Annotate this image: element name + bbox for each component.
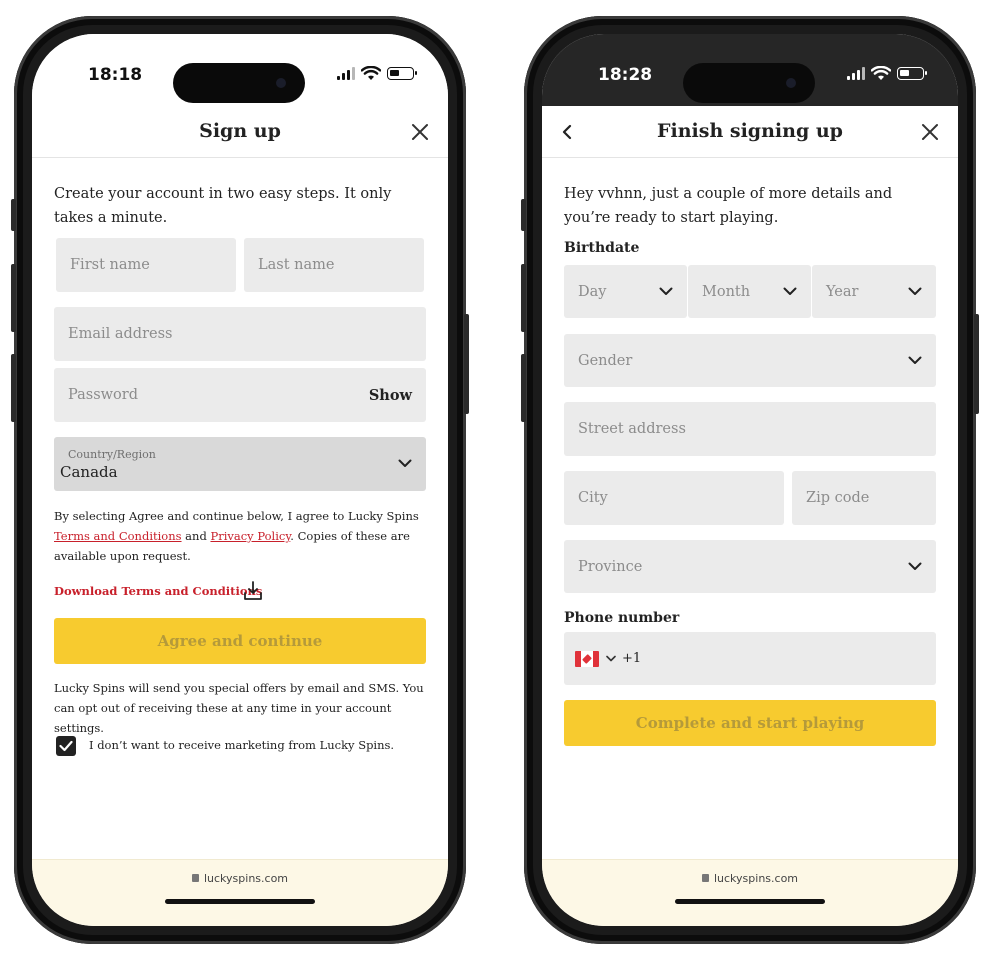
province-placeholder: Province (578, 558, 643, 575)
url-text: luckyspins.com (203, 872, 289, 885)
dial-code: +1 (622, 651, 642, 666)
volume-up-button (521, 264, 526, 332)
day-placeholder: Day (578, 283, 607, 300)
mute-switch (11, 199, 16, 231)
marketing-text: Lucky Spins will send you special offers… (54, 681, 424, 735)
month-placeholder: Month (702, 283, 751, 300)
checkmark-icon (59, 740, 73, 752)
status-bar: 18:28 (542, 34, 958, 106)
wifi-icon (871, 66, 891, 80)
year-placeholder: Year (826, 283, 859, 300)
close-icon[interactable] (921, 123, 939, 141)
screen-finish-signing-up: 18:28 Finish signing up Hey vvhnn, just … (542, 34, 958, 926)
wifi-icon (361, 66, 381, 80)
dynamic-island (683, 63, 815, 103)
download-icon[interactable] (243, 581, 263, 601)
chevron-down-icon (908, 356, 922, 364)
zip-code-input[interactable]: Zip code (792, 471, 936, 525)
province-select[interactable]: Province (564, 540, 936, 593)
canada-flag-icon[interactable] (575, 650, 599, 667)
status-bar: 18:18 (32, 34, 448, 106)
volume-down-button (521, 354, 526, 422)
first-name-input[interactable]: First name (56, 238, 236, 292)
birthdate-label: Birthdate (564, 240, 640, 256)
page-title: Finish signing up (657, 120, 843, 142)
birthdate-year-select[interactable]: Year (812, 265, 936, 318)
close-icon[interactable] (411, 123, 429, 141)
mute-switch (521, 199, 526, 231)
url-display[interactable]: luckyspins.com (542, 872, 958, 885)
marketing-opt-out-label: I don’t want to receive marketing from L… (89, 738, 395, 752)
email-input[interactable]: Email address (54, 307, 426, 361)
consent-text: By selecting Agree and continue below, I… (54, 506, 428, 566)
volume-up-button (11, 264, 16, 332)
chevron-down-icon (659, 287, 673, 295)
power-button (974, 314, 979, 414)
download-terms-link[interactable]: Download Terms and Conditions (54, 584, 262, 598)
password-placeholder: Password (68, 387, 138, 403)
agree-and-continue-button[interactable]: Agree and continue (54, 618, 426, 664)
country-region-label: Country/Region (68, 447, 156, 461)
phone-number-input[interactable]: +1 (564, 632, 936, 685)
gender-placeholder: Gender (578, 352, 633, 369)
terms-and-conditions-link[interactable]: Terms and Conditions (54, 529, 182, 543)
birthdate-month-select[interactable]: Month (688, 265, 811, 318)
chevron-down-icon (908, 562, 922, 570)
browser-url-bar: luckyspins.com (32, 859, 448, 926)
status-time: 18:18 (88, 65, 143, 85)
cellular-signal-icon (337, 67, 355, 80)
page-title: Sign up (199, 120, 281, 142)
chevron-down-icon (783, 287, 797, 295)
screen-sign-up: 18:18 Sign up Create your account in two… (32, 34, 448, 926)
status-icons (847, 66, 927, 81)
complete-and-start-playing-button[interactable]: Complete and start playing (564, 700, 936, 746)
country-region-value: Canada (60, 462, 118, 481)
battery-icon (897, 67, 927, 80)
power-button (464, 314, 469, 414)
lock-icon (191, 874, 199, 882)
password-input[interactable]: Password Show (54, 368, 426, 422)
country-region-select[interactable]: Country/Region Canada (54, 437, 426, 491)
marketing-opt-out-checkbox[interactable] (56, 736, 76, 756)
url-text: luckyspins.com (713, 872, 799, 885)
intro-text: Create your account in two easy steps. I… (54, 186, 392, 226)
show-password-button[interactable]: Show (369, 387, 412, 404)
street-address-input[interactable]: Street address (564, 402, 936, 456)
city-input[interactable]: City (564, 471, 784, 525)
country-code-chevron-icon[interactable] (606, 655, 616, 662)
gender-select[interactable]: Gender (564, 334, 936, 387)
intro-text: Hey vvhnn, just a couple of more details… (564, 186, 893, 226)
volume-down-button (11, 354, 16, 422)
browser-url-bar: luckyspins.com (542, 859, 958, 926)
modal-header: Finish signing up (542, 106, 958, 158)
modal-header: Sign up (32, 106, 448, 158)
phone-number-label: Phone number (564, 610, 680, 626)
lock-icon (701, 874, 709, 882)
home-indicator[interactable] (165, 899, 315, 904)
chevron-down-icon (908, 287, 922, 295)
consent-text-part: and (181, 529, 211, 543)
phone-frame-sign-up: 18:18 Sign up Create your account in two… (11, 16, 469, 944)
birthdate-day-select[interactable]: Day (564, 265, 687, 318)
privacy-policy-link[interactable]: Privacy Policy (210, 529, 290, 543)
cellular-signal-icon (847, 67, 865, 80)
battery-icon (387, 67, 417, 80)
consent-text-part: By selecting Agree and continue below, I… (54, 509, 419, 523)
url-display[interactable]: luckyspins.com (32, 872, 448, 885)
last-name-input[interactable]: Last name (244, 238, 424, 292)
chevron-down-icon (398, 459, 412, 467)
dynamic-island (173, 63, 305, 103)
home-indicator[interactable] (675, 899, 825, 904)
status-time: 18:28 (598, 65, 653, 85)
phone-frame-finish-signing-up: 18:28 Finish signing up Hey vvhnn, just … (521, 16, 979, 944)
status-icons (337, 66, 417, 81)
